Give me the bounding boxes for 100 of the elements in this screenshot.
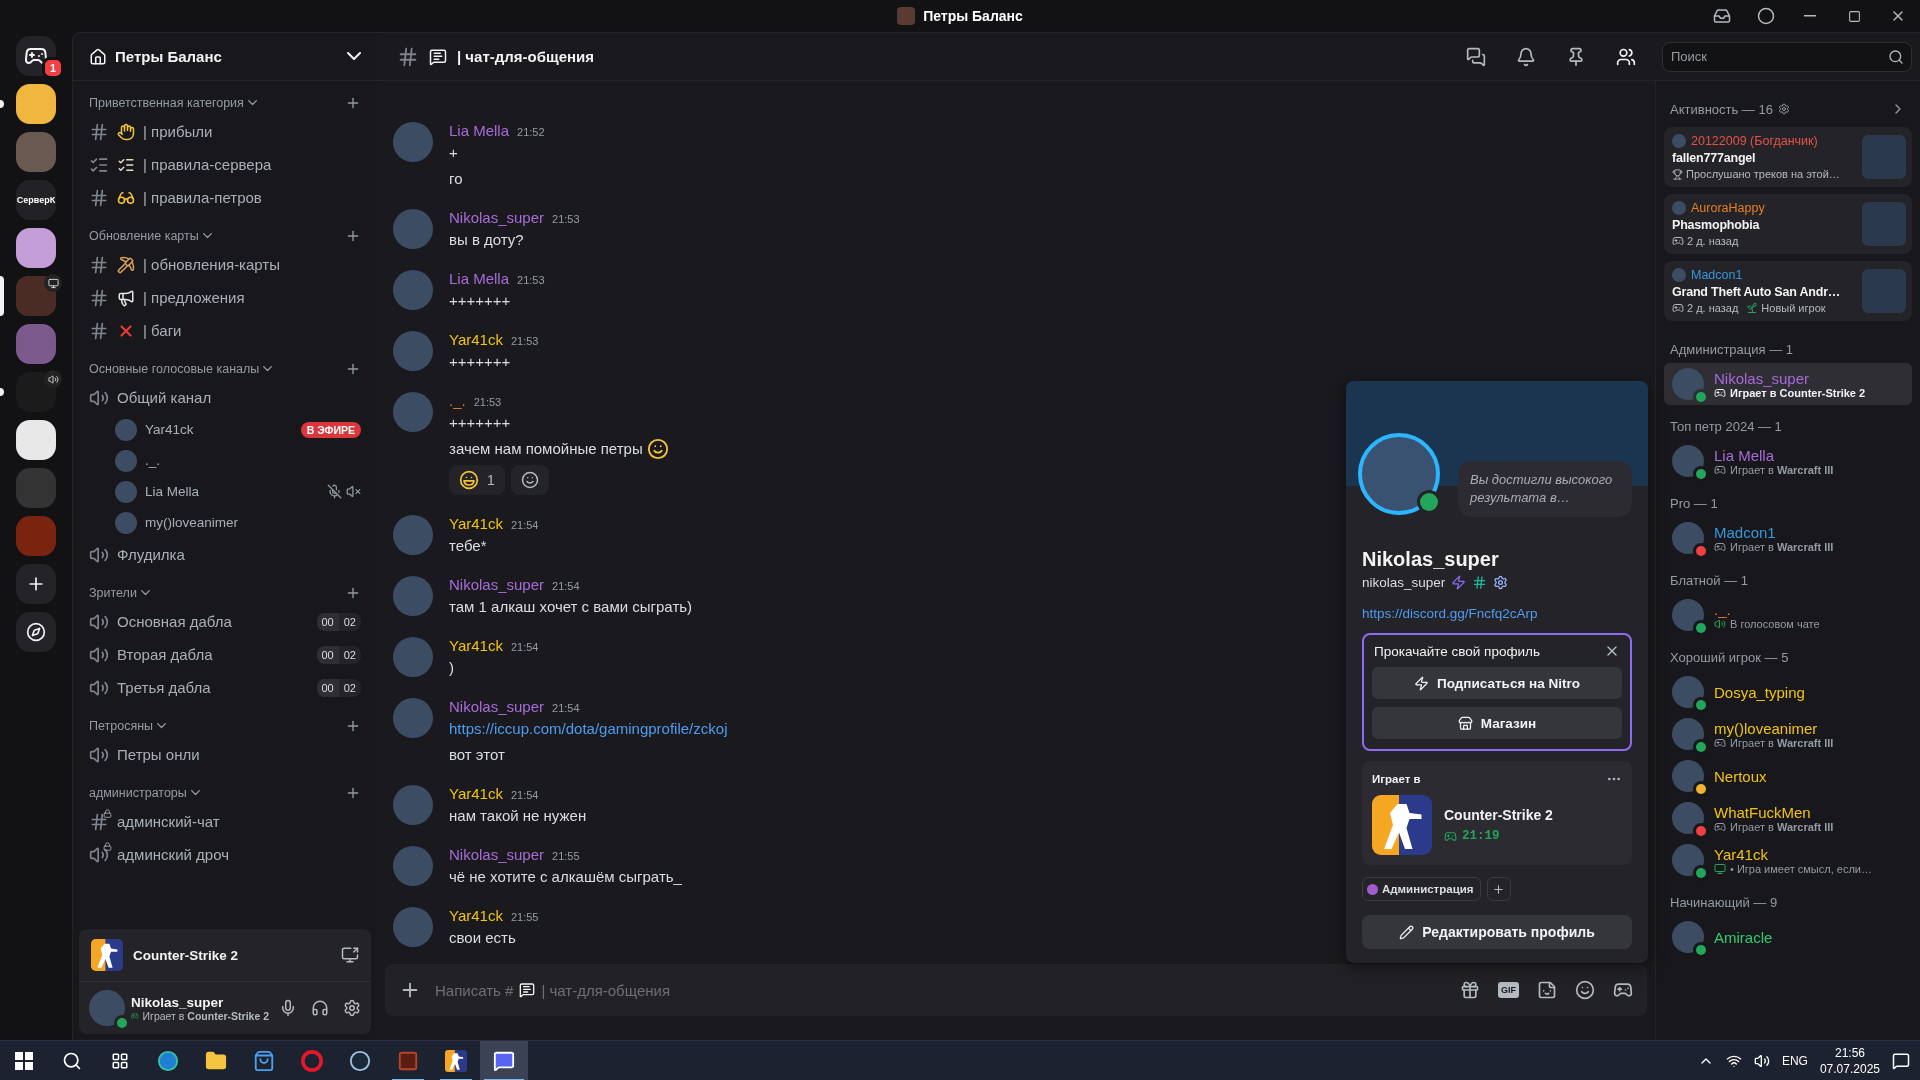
channel-item[interactable]: | правила-петров <box>81 181 262 214</box>
author-name[interactable]: Yar41ck <box>449 907 503 924</box>
category-header[interactable]: Основные голосовые каналы <box>89 362 260 376</box>
activity-card[interactable]: Madcon1 Grand Theft Auto San Andr… 2 д. назад Новый игрок <box>1664 261 1912 321</box>
member-item[interactable]: Nikolas_super Играет в Counter-Strike 2 <box>1664 363 1912 405</box>
timestamp: 21:52 <box>517 126 545 138</box>
add-channel-icon[interactable] <box>345 95 361 111</box>
add-channel-icon[interactable] <box>345 785 361 801</box>
server-icon[interactable]: СерверК <box>16 180 56 220</box>
minimize-icon <box>1804 15 1816 17</box>
author-name[interactable]: Nikolas_super <box>449 846 545 863</box>
hash-icon <box>89 121 109 142</box>
avatar <box>1672 844 1704 876</box>
channel-item[interactable]: админский дроч <box>81 838 229 871</box>
profile-link[interactable]: https://discord.gg/Fncfq2cArp <box>1362 606 1632 621</box>
message-text: +++++++ <box>449 352 511 372</box>
message-link[interactable]: https://iccup.com/dota/gamingprofile/zckoj <box>449 717 728 741</box>
clock-time[interactable]: 21:56 <box>1834 1044 1865 1061</box>
channel-item[interactable]: Флудилка <box>81 538 185 571</box>
avatar <box>1672 802 1704 834</box>
speaker-icon <box>89 744 109 765</box>
category-header[interactable]: администраторы <box>89 786 187 800</box>
discover-button[interactable] <box>16 612 56 652</box>
member-item[interactable]: Dosya_typing <box>1664 671 1912 713</box>
server-name[interactable]: Петры Баланс <box>115 48 339 65</box>
member-item[interactable]: Nertoux <box>1664 755 1912 797</box>
volume-icon[interactable] <box>1753 1052 1770 1069</box>
author-name[interactable]: Lia Mella <box>449 270 510 287</box>
sticker-button[interactable] <box>1537 980 1557 1000</box>
activity-card[interactable]: 20122009 (Богданчик) fallen777angel Прослушано треков на этой… <box>1664 127 1912 187</box>
author-name[interactable]: Yar41ck <box>449 637 503 654</box>
channel-item[interactable]: | правила-сервера <box>81 148 272 181</box>
voice-user[interactable]: my()loveanimer <box>107 507 369 538</box>
voice-user[interactable]: ._. <box>107 445 369 476</box>
game-thumbnail <box>1862 269 1906 313</box>
server-icon[interactable] <box>16 420 56 460</box>
author-name[interactable]: Lia Mella <box>449 122 510 139</box>
status-note[interactable]: Вы достигли высокого результата в… <box>1458 461 1632 517</box>
reaction-button[interactable]: 1 <box>449 465 505 495</box>
member-item[interactable]: Yar41ck • Игра имеет смысл, если… <box>1664 839 1912 881</box>
member-activity: Играет в Counter-Strike 2 <box>1730 386 1866 399</box>
add-channel-icon[interactable] <box>345 718 361 734</box>
member-item[interactable]: Amiracle <box>1664 916 1912 958</box>
voice-user[interactable]: Lia Mella <box>107 476 369 507</box>
add-channel-icon[interactable] <box>345 585 361 601</box>
edit-profile-button[interactable]: Редактировать профиль <box>1362 915 1632 949</box>
gif-button[interactable]: GIF <box>1498 982 1519 998</box>
activity-card[interactable]: AuroraHappy Phasmophobia 2 д. назад <box>1664 194 1912 254</box>
channel-item[interactable]: Петры онли <box>81 738 200 771</box>
channel-item[interactable]: Общий канал <box>81 381 212 414</box>
author-name[interactable]: Nikolas_super <box>449 209 545 226</box>
add-server-button[interactable] <box>16 564 56 604</box>
voice-user[interactable]: Yar41ck В ЭФИРЕ <box>107 414 369 445</box>
category-header[interactable]: Приветственная категория <box>89 96 244 110</box>
author-name[interactable]: Yar41ck <box>449 785 503 802</box>
message-text: + <box>449 143 458 163</box>
server-icon[interactable] <box>16 228 56 268</box>
language-indicator[interactable]: ENG <box>1781 1053 1808 1068</box>
channel-item[interactable]: админский-чат <box>81 805 220 838</box>
category-header[interactable]: Зрители <box>89 586 137 600</box>
timestamp: 21:54 <box>510 519 539 531</box>
activities-button[interactable] <box>1613 980 1633 1000</box>
member-item[interactable]: Madcon1 Играет в Warcraft III <box>1664 517 1912 559</box>
category-header[interactable]: Петросяны <box>89 719 154 733</box>
channel-item[interactable]: | баги <box>81 314 182 347</box>
subscribe-button[interactable]: Подписаться на Nitro <box>1372 667 1622 699</box>
channel-item[interactable]: Третья дабла <box>81 671 211 704</box>
author-name[interactable]: Nikolas_super <box>449 576 545 593</box>
server-icon[interactable] <box>16 84 56 124</box>
shop-button[interactable]: Магазин <box>1372 707 1622 739</box>
member-item[interactable]: ._. В голосовом чате <box>1664 594 1912 636</box>
timestamp: 21:53 <box>552 213 580 225</box>
emoji-button[interactable] <box>1575 980 1595 1000</box>
author-name[interactable]: Yar41ck <box>449 515 503 532</box>
author-name[interactable]: Nikolas_super <box>449 698 545 715</box>
category-header[interactable]: Обновление карты <box>89 229 199 243</box>
gear-icon[interactable] <box>1777 103 1790 115</box>
add-channel-icon[interactable] <box>345 228 361 244</box>
gear-badge-icon <box>1493 575 1509 590</box>
author-name[interactable]: Yar41ck <box>449 331 503 348</box>
role-tag[interactable]: Администрация <box>1362 877 1481 901</box>
notifications-icon[interactable] <box>1892 1051 1910 1070</box>
add-reaction-button[interactable] <box>510 465 549 495</box>
author-name[interactable]: ._. <box>449 392 466 409</box>
channel-item[interactable]: Основная дабла <box>81 605 232 638</box>
member-item[interactable]: WhatFuckMen Играет в Warcraft III <box>1664 797 1912 839</box>
add-role-button[interactable] <box>1486 877 1511 901</box>
channel-item[interactable]: Вторая дабла <box>81 638 213 671</box>
search-field[interactable]: Поиск <box>1662 41 1912 72</box>
member-item[interactable]: my()loveanimer Играет в Warcraft III <box>1664 713 1912 755</box>
screen-share-icon[interactable] <box>341 946 359 964</box>
channel-item[interactable]: | предложения <box>81 281 245 314</box>
channel-item[interactable]: | обновления-карты <box>81 248 281 281</box>
gift-button[interactable] <box>1460 980 1480 1000</box>
member-activity: • Игра имеет смысл, если… <box>1730 862 1872 875</box>
add-channel-icon[interactable] <box>345 361 361 377</box>
channel-item[interactable]: | прибыли <box>81 115 213 148</box>
member-item[interactable]: Lia Mella Играет в Warcraft III <box>1664 440 1912 482</box>
clock-date[interactable]: 07.07.2025 <box>1819 1060 1880 1077</box>
taskbar-app[interactable] <box>480 1040 528 1080</box>
